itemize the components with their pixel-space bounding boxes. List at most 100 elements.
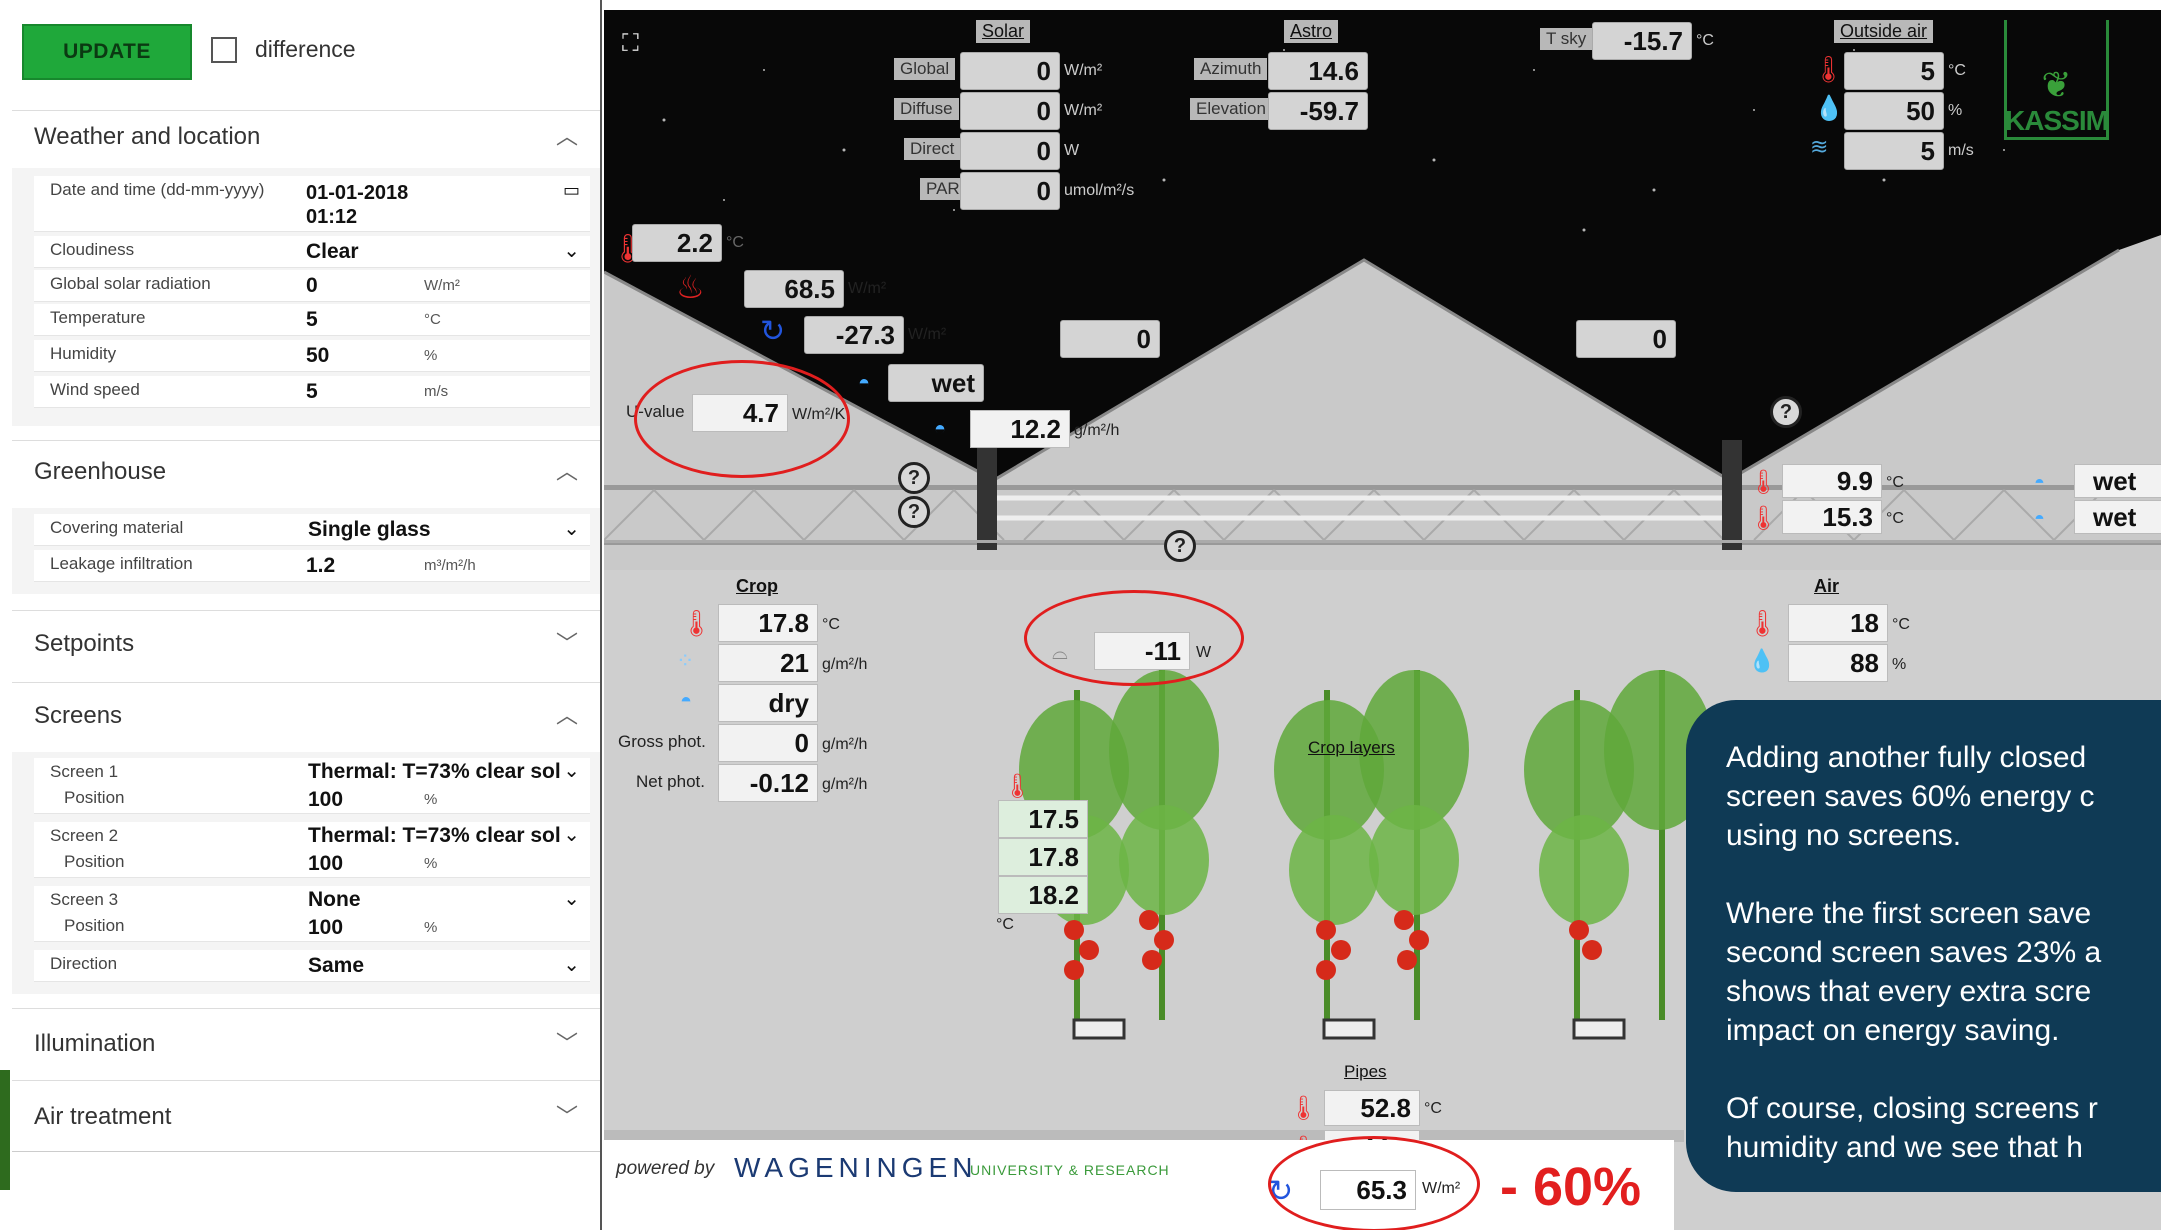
net-phot-value: -0.12 (718, 764, 818, 802)
solar-par-label: PAR (920, 178, 966, 200)
condensation-state: wet (888, 364, 984, 402)
temperature-input[interactable]: 5 (306, 308, 318, 332)
wind-label: Wind speed (50, 380, 140, 399)
outside-title: Outside air (1834, 20, 1934, 43)
screen1-select[interactable]: Thermal: T=73% clear sol (308, 760, 561, 784)
outside-hum-value: 50 (1844, 92, 1944, 130)
screen-condensation-icon: ◓ (2034, 508, 2045, 528)
screen2-position-input[interactable]: 100 (308, 852, 343, 876)
gutters (1072, 1018, 1626, 1040)
global-radiation-row: Global solar radiation 0 W/m² (34, 270, 590, 302)
outside-temp-value: 5 (1844, 52, 1944, 90)
crop-layers-link[interactable]: Crop layers (1304, 738, 1399, 758)
tsky-label: T sky (1540, 28, 1593, 50)
screen3-position-input[interactable]: 100 (308, 916, 343, 940)
outside-temp-unit: °C (1948, 62, 1966, 79)
radiation-cycle-icon: ↻ (760, 315, 786, 348)
section-screens-title: Screens (34, 702, 123, 729)
crop-title: Crop (736, 576, 778, 596)
help-icon[interactable]: ? (1164, 530, 1196, 562)
cloudiness-label: Cloudiness (50, 240, 135, 259)
calendar-icon[interactable]: ▭ (563, 180, 580, 201)
chevron-up-icon: ︿ (555, 459, 578, 484)
screen1-label: Screen 1 (50, 762, 119, 781)
wind-row: Wind speed 5 m/s (34, 376, 590, 408)
heat-flux-value: 68.5 (744, 270, 844, 308)
solar-global-value: 0 (960, 52, 1060, 90)
datetime-label: Date and time (dd-mm-yyyy) (50, 180, 265, 199)
chevron-down-icon: ﹀ (555, 631, 578, 656)
section-setpoints-title: Setpoints (34, 630, 135, 657)
section-screens-header[interactable]: Screens ︿ (12, 682, 600, 748)
condensation-rate-icon: ◓ (934, 418, 947, 440)
leakage-row: Leakage infiltration 1.2 m³/m²/h (34, 550, 590, 582)
settings-panel: UPDATE difference Weather and location ︿… (0, 0, 602, 1230)
chevron-down-icon: ⌄ (563, 954, 580, 976)
solar-diffuse-unit: W/m² (1064, 102, 1103, 119)
section-illumination-header[interactable]: Illumination ﹀ (12, 1008, 600, 1078)
solar-diffuse-value: 0 (960, 92, 1060, 130)
help-icon[interactable]: ? (898, 496, 930, 528)
section-weather-header[interactable]: Weather and location ︿ (12, 110, 600, 162)
help-icon[interactable]: ? (1770, 396, 1802, 428)
covering-select[interactable]: Single glass (308, 518, 431, 542)
cloudiness-select[interactable]: Clear (306, 240, 359, 264)
screen1-position-unit: % (424, 791, 438, 808)
astro-azimuth-value: 14.6 (1268, 52, 1368, 90)
humidity-row: Humidity 50 % (34, 340, 590, 372)
date-input[interactable]: 01-01-2018 (306, 182, 408, 205)
greenhouse-section-body: Covering material Single glass ⌄ Leakage… (12, 508, 600, 594)
screen-state-1: wet (2074, 464, 2161, 498)
temperature-unit: °C (424, 311, 441, 328)
crop-temp-unit: °C (822, 616, 840, 633)
screen1-position-label: Position (64, 788, 125, 807)
screen2-select[interactable]: Thermal: T=73% clear sol (308, 824, 561, 848)
screen-state-2: wet (2074, 500, 2161, 534)
screen2-position-label: Position (64, 852, 125, 871)
fullscreen-icon[interactable]: ⛶ (622, 30, 639, 58)
help-icon[interactable]: ? (898, 462, 930, 494)
astro-azimuth-label: Azimuth (1194, 58, 1268, 80)
screen3-row: Screen 3 Position None ⌄ 100 % (34, 886, 590, 942)
screen-temp-1: 9.9 (1782, 464, 1882, 498)
screen2-position-unit: % (424, 855, 438, 872)
chevron-down-icon: ﹀ (555, 1031, 578, 1056)
wind-icon: ≋ (1810, 134, 1829, 159)
solar-direct-label: Direct (904, 138, 961, 160)
direction-label: Direction (50, 954, 118, 973)
screen3-select[interactable]: None (308, 888, 361, 912)
time-input[interactable]: 01:12 (306, 206, 357, 229)
datetime-row: Date and time (dd-mm-yyyy) 01-01-2018 01… (34, 176, 590, 232)
screen-temp-1-unit: °C (1886, 474, 1904, 491)
crop-layer-1: 17.5 (998, 800, 1088, 838)
pipes-title: Pipes (1344, 1062, 1387, 1081)
lamp-highlight (1024, 590, 1244, 686)
chevron-down-icon: ﹀ (555, 1104, 578, 1129)
leakage-input[interactable]: 1.2 (306, 554, 335, 578)
heat-flux-unit: W/m² (848, 280, 887, 297)
air-title: Air (1814, 576, 1840, 596)
section-air-treatment-header[interactable]: Air treatment ﹀ (12, 1080, 600, 1152)
cover-temp-value: 2.2 (632, 224, 722, 262)
direction-select[interactable]: Same (308, 954, 364, 978)
global-radiation-input[interactable]: 0 (306, 274, 318, 298)
chevron-down-icon: ⌄ (563, 824, 580, 846)
humidity-input[interactable]: 50 (306, 344, 329, 368)
plant-row-2 (1274, 670, 1469, 1020)
section-greenhouse-header[interactable]: Greenhouse ︿ (12, 440, 600, 502)
pipe-flux-highlight (1268, 1136, 1480, 1230)
pipe-temp-1: 52.8 (1324, 1090, 1420, 1126)
leakage-unit: m³/m²/h (424, 557, 476, 574)
cover-temp-unit: °C (726, 234, 744, 251)
screen1-position-input[interactable]: 100 (308, 788, 343, 812)
update-button[interactable]: UPDATE (22, 24, 192, 80)
section-setpoints-header[interactable]: Setpoints ﹀ (12, 610, 600, 676)
rad-flux-value: -27.3 (804, 316, 904, 354)
wind-input[interactable]: 5 (306, 380, 318, 404)
chevron-down-icon: ⌄ (563, 518, 580, 540)
rad-flux-unit: W/m² (908, 326, 947, 343)
difference-checkbox[interactable] (211, 37, 237, 63)
screen2-label: Screen 2 (50, 826, 119, 845)
solar-global-unit: W/m² (1064, 62, 1103, 79)
outside-hum-unit: % (1948, 102, 1963, 119)
